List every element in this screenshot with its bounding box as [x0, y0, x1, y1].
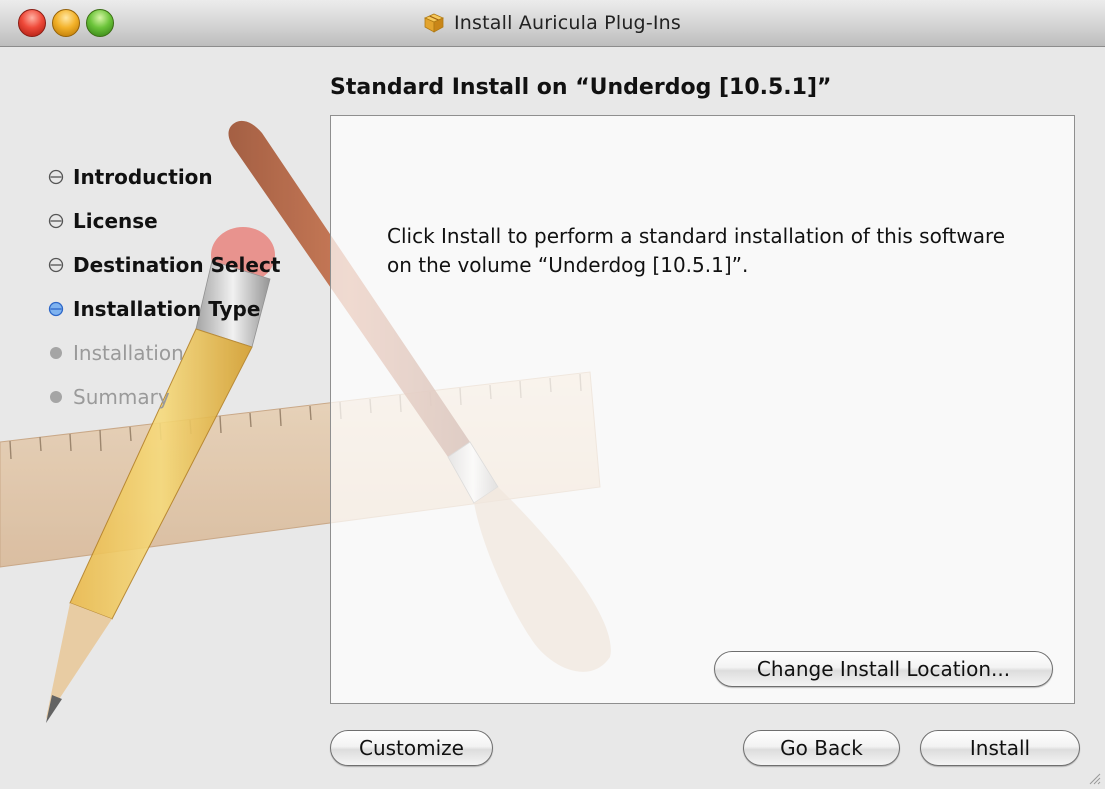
- step-label: Installation Type: [73, 297, 261, 321]
- step-destination-select: Destination Select: [48, 243, 280, 287]
- step-label: Destination Select: [73, 253, 281, 277]
- hollow-bullet-icon: [48, 213, 64, 229]
- customize-button[interactable]: Customize: [330, 730, 493, 766]
- title-group: Install Auricula Plug-Ins: [0, 0, 1105, 46]
- content-area: Standard Install on “Underdog [10.5.1]” …: [0, 47, 1105, 789]
- step-label: Summary: [73, 385, 170, 409]
- change-install-location-button[interactable]: Change Install Location...: [714, 651, 1053, 687]
- install-steps-list: Introduction License Destination Select: [48, 155, 280, 419]
- hollow-bullet-icon: [48, 169, 64, 185]
- step-introduction: Introduction: [48, 155, 280, 199]
- step-label: License: [73, 209, 158, 233]
- gray-bullet-icon: [50, 347, 62, 359]
- step-installation-type: Installation Type: [48, 287, 280, 331]
- page-heading: Standard Install on “Underdog [10.5.1]”: [330, 75, 832, 100]
- gray-bullet-icon: [50, 391, 62, 403]
- step-summary: Summary: [48, 375, 280, 419]
- blue-bullet-icon: [48, 301, 64, 317]
- step-installation: Installation: [48, 331, 280, 375]
- installer-window: Install Auricula Plug-Ins Standard Insta…: [0, 0, 1105, 789]
- title-bar[interactable]: Install Auricula Plug-Ins: [0, 0, 1105, 47]
- install-message: Click Install to perform a standard inst…: [387, 224, 1006, 277]
- install-button[interactable]: Install: [920, 730, 1080, 766]
- resize-grip-icon[interactable]: [1087, 771, 1101, 785]
- install-type-panel: Click Install to perform a standard inst…: [330, 115, 1075, 704]
- package-icon: [423, 13, 444, 33]
- window-title: Install Auricula Plug-Ins: [453, 12, 682, 34]
- go-back-button[interactable]: Go Back: [743, 730, 900, 766]
- step-license: License: [48, 199, 280, 243]
- hollow-bullet-icon: [48, 257, 64, 273]
- step-label: Installation: [73, 341, 184, 365]
- step-label: Introduction: [73, 165, 213, 189]
